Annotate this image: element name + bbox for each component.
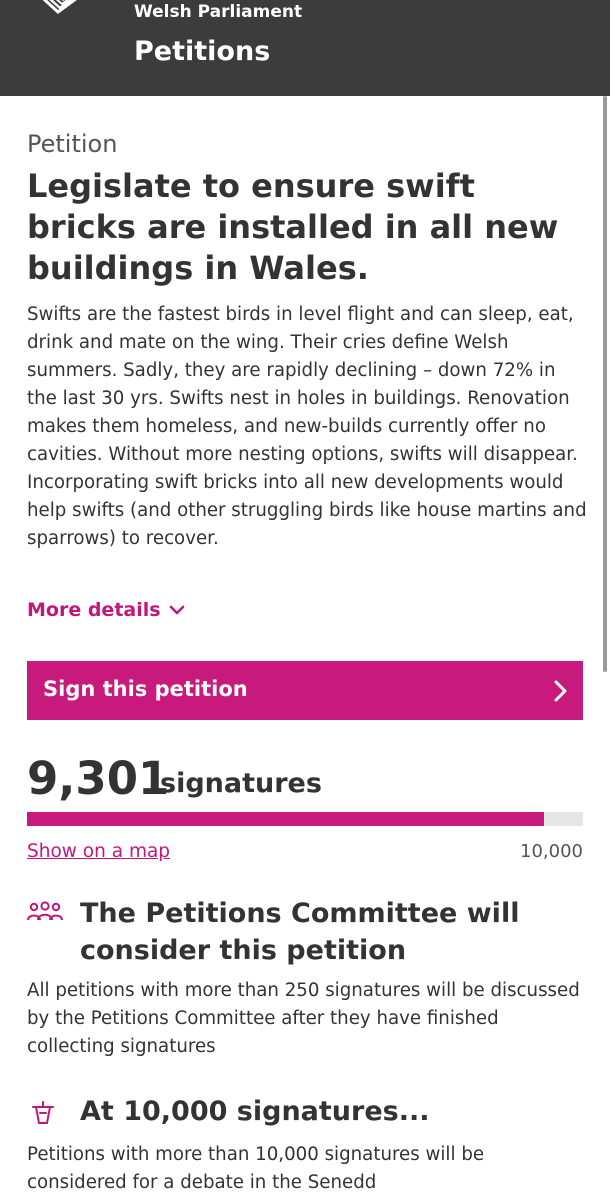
site-header: Welsh Parliament Petitions bbox=[0, 0, 610, 96]
show-on-map-link[interactable]: Show on a map bbox=[27, 841, 170, 862]
signature-target: 10,000 bbox=[520, 841, 583, 862]
org-name: Welsh Parliament bbox=[134, 2, 303, 22]
site-title[interactable]: Petitions bbox=[134, 36, 270, 67]
signature-count: 9,301 bbox=[27, 752, 170, 805]
more-details-toggle[interactable]: More details bbox=[27, 599, 185, 621]
signature-label: signatures bbox=[160, 768, 322, 799]
debate-heading: At 10,000 signatures... bbox=[80, 1096, 430, 1127]
welsh-parliament-logo[interactable] bbox=[28, 0, 108, 22]
petition-kicker: Petition bbox=[27, 130, 118, 158]
scrollbar-thumb[interactable] bbox=[603, 96, 607, 672]
debate-text: Petitions with more than 10,000 signatur… bbox=[27, 1144, 485, 1193]
sign-petition-button[interactable]: Sign this petition bbox=[27, 661, 583, 720]
committee-heading: The Petitions Committee will consider th… bbox=[80, 898, 520, 966]
committee-text: All petitions with more than 250 signatu… bbox=[27, 980, 580, 1057]
signature-progress-fill bbox=[27, 812, 545, 826]
petition-title: Legislate to ensure swift bricks are ins… bbox=[27, 167, 559, 287]
signature-progress-bar bbox=[27, 812, 583, 826]
podium-icon bbox=[32, 1101, 54, 1124]
people-group-icon bbox=[27, 901, 63, 921]
more-details-label: More details bbox=[27, 599, 161, 621]
sign-petition-label: Sign this petition bbox=[43, 677, 248, 701]
chevron-right-icon bbox=[554, 680, 567, 702]
petition-description: Swifts are the fastest birds in level fl… bbox=[27, 304, 587, 549]
chevron-down-icon bbox=[169, 605, 184, 615]
